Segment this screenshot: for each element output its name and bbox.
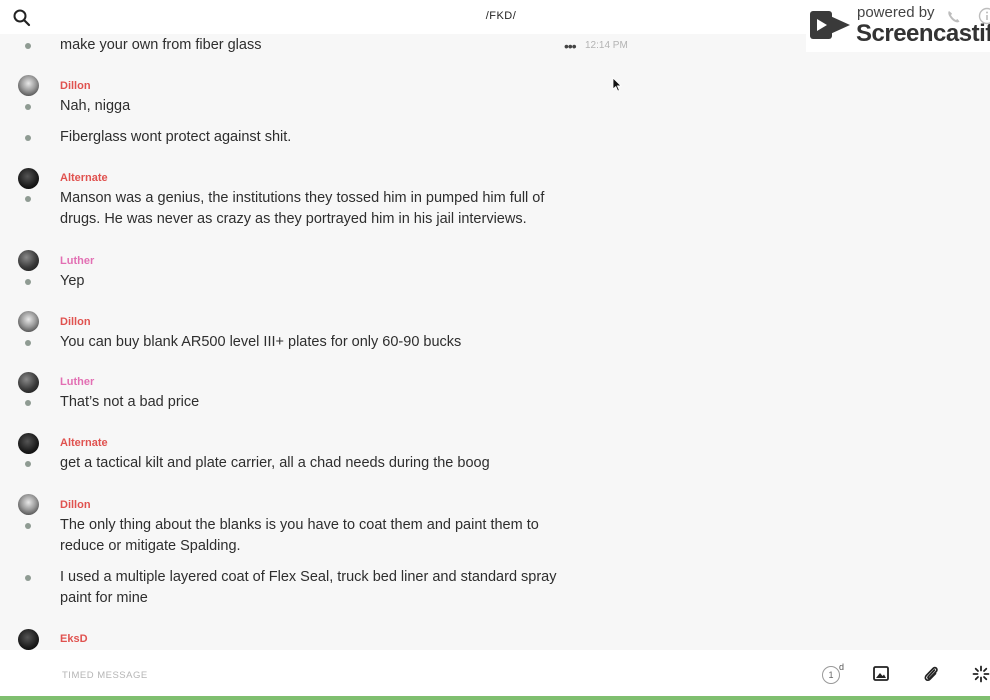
message-text: Fiberglass wont protect against shit. <box>60 129 292 145</box>
message-text: Manson was a genius, the institutions th… <box>60 190 545 227</box>
message-list[interactable]: make your own from fiber glass ••• 12:14… <box>0 0 990 650</box>
avatar[interactable] <box>18 433 39 454</box>
sparkle-icon[interactable] <box>972 665 990 683</box>
info-icon[interactable] <box>978 7 990 25</box>
message-bullet <box>25 340 31 346</box>
timer-unit: d <box>839 662 845 672</box>
image-icon[interactable] <box>873 666 889 681</box>
message-text: I used a multiple layered coat of Flex S… <box>60 569 557 606</box>
message-text: Yep <box>60 273 85 289</box>
avatar[interactable] <box>18 250 39 271</box>
author-name[interactable]: Luther <box>60 376 94 388</box>
message-bullet <box>25 461 31 467</box>
message-bullet <box>25 43 31 49</box>
message-text: The only thing about the blanks is you h… <box>60 517 539 554</box>
powered-by-label: powered by <box>857 4 935 21</box>
more-dots-icon[interactable]: ••• <box>564 38 577 54</box>
message-bullet <box>25 135 31 141</box>
author-name[interactable]: Dillon <box>60 499 91 511</box>
brand-name: Screencastify <box>856 20 990 47</box>
message-text: get a tactical kilt and plate carrier, a… <box>60 455 490 471</box>
message-bullet <box>25 279 31 285</box>
paperclip-icon[interactable] <box>923 665 939 683</box>
author-name[interactable]: EksD <box>60 633 88 645</box>
screencastify-watermark: powered by Screencastify <box>806 0 990 52</box>
avatar[interactable] <box>18 168 39 189</box>
composer-bar: 1 d <box>0 650 990 696</box>
message-bullet <box>25 196 31 202</box>
status-strip <box>0 696 990 700</box>
avatar[interactable] <box>18 372 39 393</box>
author-name[interactable]: Alternate <box>60 172 108 184</box>
message-text: Nah, nigga <box>60 98 131 114</box>
message-input[interactable] <box>60 664 764 686</box>
timer-button[interactable]: 1 d <box>822 662 845 686</box>
message-bullet <box>25 575 31 581</box>
message-text: You can buy blank AR500 level III+ plate… <box>60 334 462 350</box>
message-bullet <box>25 523 31 529</box>
author-name[interactable]: Dillon <box>60 316 91 328</box>
author-name[interactable]: Dillon <box>60 80 91 92</box>
screencastify-logo-icon <box>810 11 850 39</box>
message-timestamp: 12:14 PM <box>585 40 628 51</box>
avatar[interactable] <box>18 311 39 332</box>
author-name[interactable]: Luther <box>60 255 94 267</box>
message-bullet <box>25 104 31 110</box>
mouse-cursor-icon <box>612 77 622 92</box>
message-bullet <box>25 400 31 406</box>
avatar[interactable] <box>18 75 39 96</box>
message-text: That’s not a bad price <box>60 394 200 410</box>
avatar[interactable] <box>18 629 39 650</box>
avatar[interactable] <box>18 494 39 515</box>
message-text: make your own from fiber glass <box>60 37 262 53</box>
author-name[interactable]: Alternate <box>60 437 108 449</box>
timer-value: 1 <box>822 666 840 684</box>
phone-icon[interactable] <box>946 9 962 25</box>
